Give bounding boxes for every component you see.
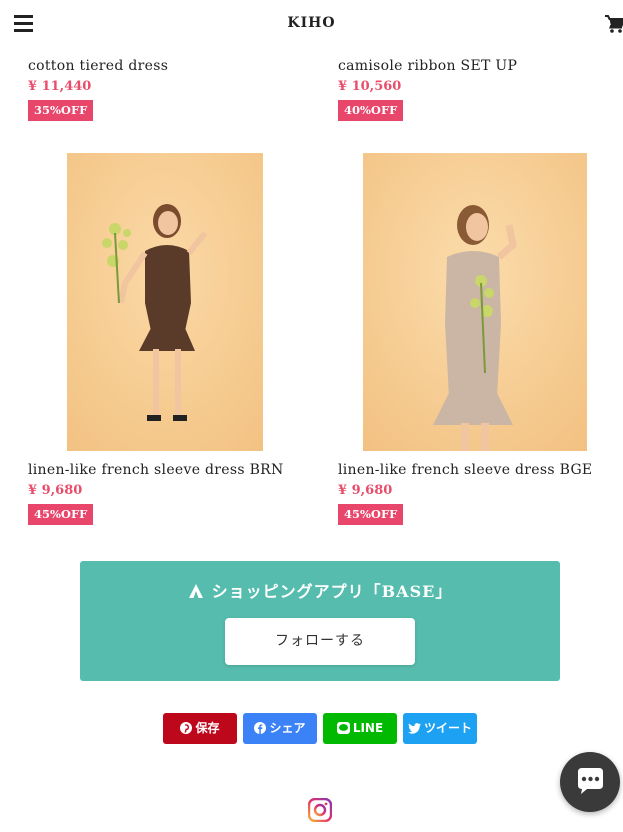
discount-badge: 45%OFF (338, 504, 404, 525)
line-icon (336, 722, 350, 734)
twitter-label: ツイート (423, 721, 472, 735)
product-card[interactable]: cotton tiered dress ¥ 11,440 35%OFF (28, 58, 278, 121)
product-price: ¥ 10,560 (338, 79, 402, 94)
instagram-icon[interactable] (308, 798, 332, 822)
pinterest-label: 保存 (195, 721, 220, 735)
line-share-button[interactable]: LINE (323, 713, 397, 744)
discount-badge: 40%OFF (338, 100, 404, 121)
pinterest-icon (180, 722, 193, 734)
product-card[interactable]: linen-like french sleeve dress BGE ¥ 9,6… (338, 462, 592, 525)
cart-icon[interactable] (605, 14, 623, 34)
facebook-share-button[interactable]: シェア (243, 713, 317, 744)
base-app-banner: ショッピングアプリ「BASE」 フォローする (80, 561, 560, 681)
chat-bubble-icon (578, 768, 603, 794)
base-app-title-text: ショッピングアプリ「BASE」 (211, 582, 453, 601)
product-card[interactable]: linen-like french sleeve dress BRN ¥ 9,6… (28, 462, 283, 525)
site-header: KIHO (0, 0, 623, 48)
product-price: ¥ 9,680 (28, 483, 83, 498)
facebook-icon (254, 722, 267, 734)
product-name[interactable]: linen-like french sleeve dress BGE (338, 462, 592, 478)
product-image[interactable] (363, 153, 587, 451)
product-price: ¥ 9,680 (338, 483, 393, 498)
tent-icon (188, 584, 203, 598)
follow-button[interactable]: フォローする (225, 618, 415, 665)
discount-badge: 45%OFF (28, 504, 94, 525)
pinterest-save-button[interactable]: 保存 (163, 713, 237, 744)
base-app-title: ショッピングアプリ「BASE」 (80, 578, 560, 602)
discount-badge: 35%OFF (28, 100, 94, 121)
product-card[interactable]: camisole ribbon SET UP ¥ 10,560 40%OFF (338, 58, 588, 121)
twitter-bird-icon (407, 723, 421, 734)
twitter-tweet-button[interactable]: ツイート (403, 713, 477, 744)
product-price: ¥ 11,440 (28, 79, 92, 94)
line-label: LINE (352, 721, 384, 735)
product-name[interactable]: cotton tiered dress (28, 58, 278, 74)
chat-button[interactable] (560, 752, 620, 812)
product-name[interactable]: camisole ribbon SET UP (338, 58, 588, 74)
site-logo[interactable]: KIHO (0, 15, 623, 31)
product-image[interactable] (67, 153, 263, 451)
product-name[interactable]: linen-like french sleeve dress BRN (28, 462, 283, 478)
facebook-label: シェア (269, 721, 306, 735)
